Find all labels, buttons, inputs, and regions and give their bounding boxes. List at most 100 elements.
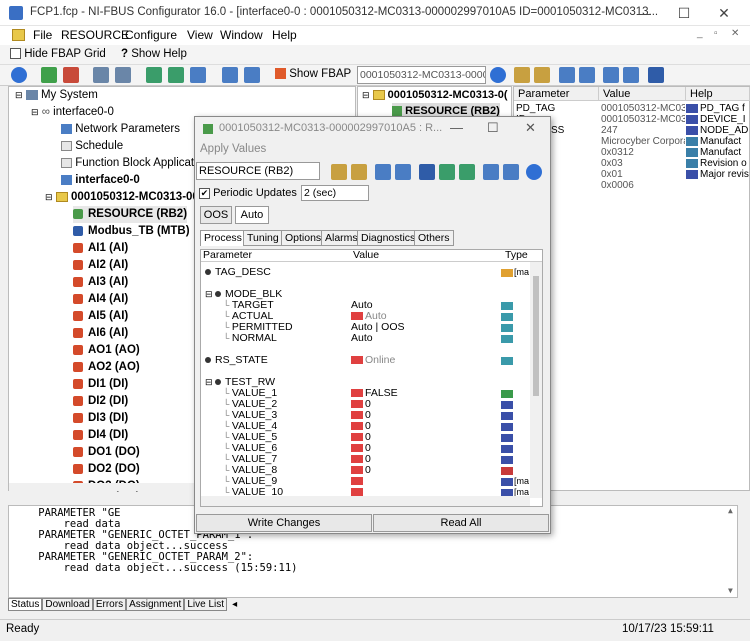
dialog-tool-6-icon[interactable] [439, 164, 455, 180]
view-icon[interactable] [222, 67, 238, 83]
collapse-icon[interactable]: ⊟ [45, 192, 53, 202]
tree-item-block[interactable]: Modbus_TB (MTB) [73, 223, 190, 240]
grid-value[interactable]: 0x0312 [601, 147, 685, 158]
apply-values-label[interactable]: Apply Values [200, 143, 266, 155]
close-button[interactable]: ✕ [710, 3, 738, 23]
tree-item-block[interactable]: AI6 (AI) [73, 325, 128, 342]
menu-resource[interactable]: RESOURCE [61, 28, 129, 42]
download-icon[interactable] [41, 67, 57, 83]
param-name[interactable]: └ NORMAL [223, 333, 277, 344]
tree-item-block[interactable]: DI4 (DI) [73, 427, 128, 444]
tab-others[interactable]: Others [414, 230, 454, 246]
interval-spinner[interactable]: 2 (sec) [301, 185, 369, 201]
tree-item-interface[interactable]: ⊟ ∞ interface0-0 [31, 104, 114, 121]
mdi-close-icon[interactable]: ✕ [731, 28, 739, 39]
write-changes-button[interactable]: Write Changes [196, 514, 372, 532]
upload-icon[interactable] [63, 67, 79, 83]
tree2-device[interactable]: ⊟ 0001050312-MC0313-0( [362, 87, 508, 104]
read-all-button[interactable]: Read All [373, 514, 549, 532]
table-icon[interactable] [559, 67, 575, 83]
param-value[interactable]: FALSE [351, 388, 398, 399]
edit2-icon[interactable] [534, 67, 550, 83]
tab-process[interactable]: Process [200, 230, 246, 246]
param-value[interactable] [351, 476, 365, 487]
param-name[interactable]: TAG_DESC [205, 267, 271, 278]
tab-diagnostics[interactable]: Diagnostics [357, 230, 420, 246]
tree-item-block[interactable]: AI5 (AI) [73, 308, 128, 325]
device-config-icon[interactable] [115, 67, 131, 83]
param-name[interactable]: RS_STATE [205, 355, 268, 366]
tree-item-block[interactable]: DO2 (DO) [73, 461, 140, 478]
grid-value[interactable]: 0001050312-MC031 [601, 103, 685, 114]
schedule-icon[interactable] [190, 67, 206, 83]
dialog-tool-8-icon[interactable] [483, 164, 499, 180]
plist-hscrollbar[interactable] [201, 496, 530, 506]
menu-help[interactable]: Help [272, 28, 297, 42]
device-icon[interactable] [93, 67, 109, 83]
param-value[interactable]: 0 [351, 465, 371, 476]
mdi-minimize-icon[interactable]: _ [697, 28, 703, 39]
collapse-icon[interactable]: ⊟ [31, 107, 39, 117]
col-parameter[interactable]: Parameter [203, 250, 252, 261]
tree-item-network-params[interactable]: Network Parameters [61, 121, 180, 138]
tree-item-block[interactable]: DO1 (DO) [73, 444, 140, 461]
collapse-icon[interactable]: ⊟ [15, 90, 23, 100]
hide-fbap-checkbox[interactable] [10, 48, 21, 60]
dialog-tool-9-icon[interactable] [503, 164, 519, 180]
grid-icon[interactable] [244, 67, 260, 83]
tab-assignment[interactable]: Assignment [126, 598, 185, 611]
tree-item-block[interactable]: AO2 (AO) [73, 359, 140, 376]
menu-window[interactable]: Window [220, 28, 263, 42]
col-parameter[interactable]: Parameter [514, 87, 599, 101]
collapse-icon[interactable]: ⊟ [205, 289, 215, 299]
periodic-checkbox[interactable]: ✔ [199, 187, 210, 199]
device-field[interactable] [357, 66, 486, 84]
collapse-icon[interactable]: ⊟ [205, 377, 215, 387]
edit-icon[interactable] [514, 67, 530, 83]
col-value[interactable]: Value [353, 250, 379, 261]
grid-value[interactable]: 0x01 [601, 169, 685, 180]
tree-item-block[interactable]: AO1 (AO) [73, 342, 140, 359]
tab-status[interactable]: Status [8, 598, 43, 611]
menu-configure[interactable]: Configure [125, 28, 177, 42]
dialog-tool-7-icon[interactable] [459, 164, 475, 180]
tab-download[interactable]: Download [42, 598, 93, 611]
tab-alarms[interactable]: Alarms [321, 230, 362, 246]
tree-item-block[interactable]: AI3 (AI) [73, 274, 128, 291]
grid-value[interactable]: 0001050312-MC031 [601, 114, 685, 125]
block-field[interactable] [196, 162, 320, 180]
show-help-button[interactable]: ? Show Help [121, 48, 187, 60]
hide-fbap-button[interactable]: Hide FBAP Grid [10, 48, 106, 60]
dialog-tool-2-icon[interactable] [351, 164, 367, 180]
tree-item-block[interactable]: RESOURCE (RB2) [73, 206, 188, 223]
tree-item-device[interactable]: ⊟ 0001050312-MC0313-00 [45, 189, 199, 206]
tree-item-interface-bold[interactable]: interface0-0 [61, 172, 140, 189]
menu-file[interactable]: File [33, 28, 52, 42]
collapse-icon[interactable]: ⊟ [362, 90, 370, 100]
dialog-tool-3-icon[interactable] [375, 164, 391, 180]
dialog-tool-1-icon[interactable] [331, 164, 347, 180]
tree-item-block[interactable]: DI3 (DI) [73, 410, 128, 427]
tree-item-block[interactable]: AI4 (AI) [73, 291, 128, 308]
chart-icon[interactable] [603, 67, 619, 83]
param-value[interactable]: Auto [351, 333, 373, 344]
maximize-button[interactable]: ☐ [670, 3, 698, 23]
dialog-help-icon[interactable] [526, 164, 542, 180]
tree-item-fb-app[interactable]: Function Block Applicati [61, 155, 197, 172]
grid-param[interactable]: PD_TAG [516, 103, 598, 114]
link-icon[interactable] [146, 67, 162, 83]
output-scroll-up-icon[interactable]: ▲ [728, 506, 733, 515]
network-icon[interactable] [168, 67, 184, 83]
plist-scroll-thumb[interactable] [533, 276, 539, 396]
show-fbap-button[interactable]: Show FBAP [275, 68, 351, 80]
output-scroll-down-icon[interactable]: ▼ [728, 586, 733, 595]
grid-value[interactable]: 0x0006 [601, 180, 685, 191]
dialog-tool-4-icon[interactable] [395, 164, 411, 180]
grid-value[interactable]: 0x03 [601, 158, 685, 169]
mdi-restore-icon[interactable]: ▫ [714, 28, 718, 39]
tree-item-block[interactable]: AI2 (AI) [73, 257, 128, 274]
table2-icon[interactable] [579, 67, 595, 83]
tree-item-schedule[interactable]: Schedule [61, 138, 123, 155]
oos-button[interactable]: OOS [200, 206, 232, 224]
tab-tuning[interactable]: Tuning [243, 230, 283, 246]
